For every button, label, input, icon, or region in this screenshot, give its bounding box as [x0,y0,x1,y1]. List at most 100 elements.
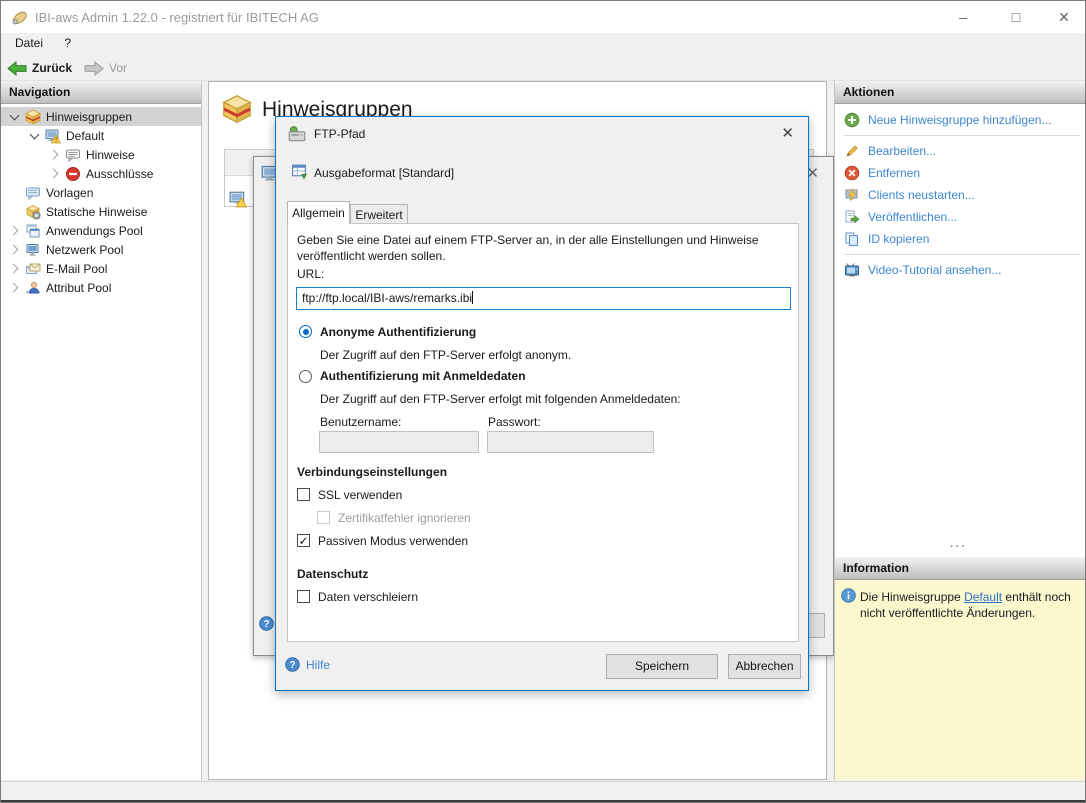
information-panel: Die Hinweisgruppe Default enthält noch n… [835,580,1085,780]
copy-id-icon [845,232,858,246]
tree-item-label: Netzwerk Pool [46,242,124,257]
radio-anonymous-desc: Der Zugriff auf den FTP-Server erfolgt a… [320,348,572,362]
cancel-button[interactable]: Abbrechen [728,654,801,679]
tree-item-ausschluesse[interactable]: Ausschlüsse [1,164,201,183]
help-icon: ? [259,616,274,631]
obfuscate-checkbox-label[interactable]: Daten verschleiern [318,590,418,604]
tab-allgemein[interactable]: Allgemein [287,201,350,224]
notice-groups-icon [25,109,41,125]
splitter-handle[interactable]: ··· [950,541,967,553]
cert-errors-checkbox [317,511,330,524]
tree-item-attribut-pool[interactable]: Attribut Pool [1,278,201,297]
tree-item-default[interactable]: Default [1,126,201,145]
edit-icon [846,145,858,157]
chevron-right-icon[interactable] [48,149,60,160]
tree-item-anwendungs-pool[interactable]: Anwendungs Pool [1,221,201,240]
information-text: Die Hinweisgruppe Default enthält noch n… [860,590,1071,620]
passive-mode-checkbox-label[interactable]: Passiven Modus verwenden [318,534,468,548]
tab-erweitert[interactable]: Erweitert [350,204,408,224]
close-button[interactable]: ✕ [1041,1,1085,33]
passive-mode-checkbox[interactable]: ✓ [297,534,310,547]
network-pool-icon [26,243,39,256]
action-add-notice-group[interactable]: Neue Hinweisgruppe hinzufügen... [844,110,1051,130]
default-group-link[interactable]: Default [964,590,1002,604]
radio-anonymous-auth[interactable] [299,325,312,338]
url-label: URL: [297,267,325,281]
app-pool-icon [26,224,40,237]
action-restart-clients[interactable]: Clients neustarten... [844,185,975,205]
status-bar [1,781,1085,800]
window-title: IBI-aws Admin 1.22.0 - registriert für I… [35,10,319,25]
static-notes-icon [26,204,41,219]
dialog-description: Geben Sie eine Datei auf einem FTP-Serve… [297,233,759,263]
tree-item-label: Vorlagen [46,185,94,200]
chevron-right-icon[interactable] [8,244,20,255]
tree-item-vorlagen[interactable]: Vorlagen [1,183,201,202]
notes-icon [66,149,80,162]
dialog-subtitle: Ausgabeformat [Standard] [314,166,455,180]
app-window: IBI-aws Admin 1.22.0 - registriert für I… [0,0,1086,803]
add-icon [844,112,860,128]
chevron-right-icon[interactable] [8,263,20,274]
privacy-header: Datenschutz [297,567,369,581]
action-publish[interactable]: Veröffentlichen... [844,207,957,227]
action-remove[interactable]: Entfernen [844,163,920,183]
title-bar: IBI-aws Admin 1.22.0 - registriert für I… [1,1,1085,33]
attribute-pool-icon [26,281,40,293]
chevron-right-icon[interactable] [48,168,60,179]
tree-item-statische-hinweise[interactable]: Statische Hinweise [1,202,201,221]
back-button[interactable]: Zurück [7,58,72,78]
help-icon: ? [285,657,300,672]
email-pool-icon [26,263,41,274]
checkmark-icon: ✓ [298,534,309,548]
chevron-right-icon[interactable] [8,225,20,236]
action-video-tutorial[interactable]: Video-Tutorial ansehen... [844,260,1001,280]
radio-anonymous-label[interactable]: Anonyme Authentifizierung [320,325,476,339]
forward-button[interactable]: Vor [84,58,127,78]
chevron-right-icon[interactable] [8,282,20,293]
tree-item-hinweise[interactable]: Hinweise [1,145,201,164]
monitor-warning-icon [229,191,248,208]
radio-credentials-label[interactable]: Authentifizierung mit Anmeldedaten [320,369,526,383]
remove-icon [844,165,860,181]
output-format-icon [292,164,307,180]
help-link[interactable]: ? Hilfe [285,657,330,672]
chevron-down-icon[interactable] [8,110,20,120]
obfuscate-checkbox[interactable] [297,590,310,603]
navigation-header: Navigation [1,81,201,104]
tree-item-label: Statische Hinweise [46,204,148,219]
ftp-path-dialog: FTP-Pfad ✕ Ausgabeformat [Standard] Allg… [275,116,809,691]
cert-errors-checkbox-label: Zertifikatfehler ignorieren [338,511,471,525]
ssl-checkbox-label[interactable]: SSL verwenden [318,488,402,502]
menu-datei[interactable]: Datei [6,33,52,53]
menu-help[interactable]: ? [55,33,80,53]
password-label: Passwort: [488,415,541,429]
action-edit[interactable]: Bearbeiten... [844,141,936,161]
ssl-checkbox[interactable] [297,488,310,501]
actions-divider [844,254,1080,255]
actions-header: Aktionen [835,81,1085,104]
right-panel: Aktionen Neue Hinweisgruppe hinzufügen..… [834,81,1085,780]
templates-icon [26,187,40,200]
svg-text:?: ? [289,660,295,671]
svg-text:?: ? [263,619,269,630]
tree-item-hinweisgruppen[interactable]: Hinweisgruppen [1,107,201,126]
exclusion-icon [66,166,80,181]
information-header: Information [835,557,1085,580]
maximize-button[interactable]: □ [993,1,1039,33]
tree-item-label: Attribut Pool [46,280,112,295]
video-tutorial-icon [845,263,859,277]
text-caret [472,291,474,304]
dialog-close-icon[interactable]: ✕ [781,126,794,141]
chevron-down-icon[interactable] [28,129,40,139]
tree-item-netzwerk-pool[interactable]: Netzwerk Pool [1,240,201,259]
tree-item-label: Anwendungs Pool [46,223,143,238]
url-input[interactable]: ftp://ftp.local/IBI-aws/remarks.ibi [296,287,791,310]
save-button[interactable]: Speichern [606,654,718,679]
tree-item-label: Hinweise [86,147,135,162]
minimize-button[interactable]: – [940,1,986,33]
monitor-warning-icon [45,129,61,143]
tree-item-email-pool[interactable]: E-Mail Pool [1,259,201,278]
action-copy-id[interactable]: ID kopieren [844,229,929,249]
radio-credentials-auth[interactable] [299,370,312,383]
